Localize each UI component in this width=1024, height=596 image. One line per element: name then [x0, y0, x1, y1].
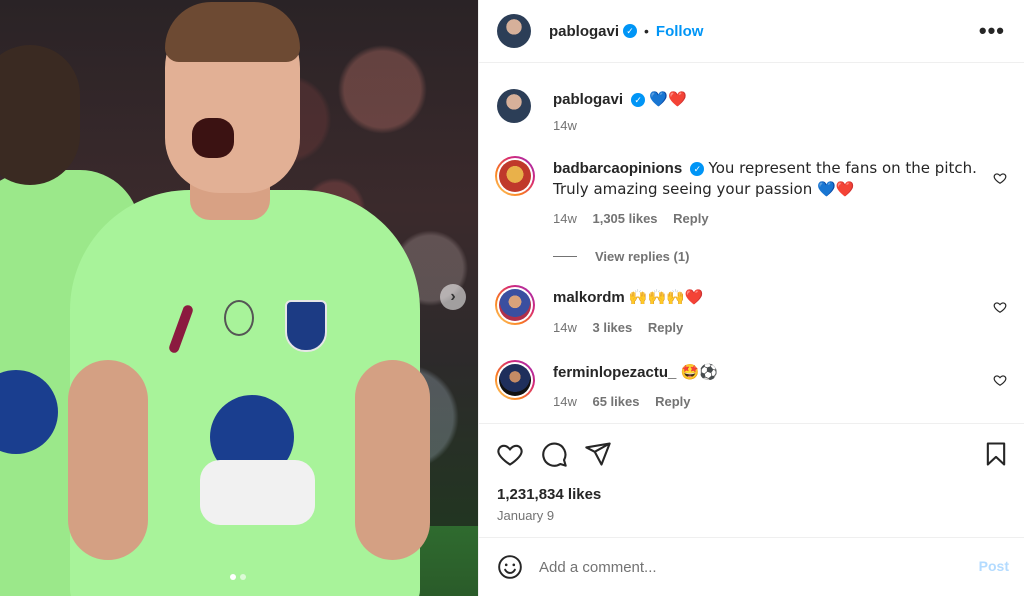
comment-body: malkordm 🙌🙌🙌❤️: [553, 287, 983, 308]
caption-avatar[interactable]: [497, 89, 531, 123]
commenter-avatar[interactable]: [495, 156, 535, 196]
post-date[interactable]: January 9: [497, 508, 554, 523]
comment-text: 🤩⚽: [680, 363, 718, 381]
bandaged-hand: [200, 460, 315, 525]
more-options-icon[interactable]: •••: [979, 18, 1005, 44]
comment-likes[interactable]: 65 likes: [592, 394, 639, 409]
comment-username[interactable]: ferminlopezactu_: [553, 364, 676, 381]
add-comment-bar: Post: [479, 537, 1024, 596]
comment-meta: 14w 1,305 likes Reply: [553, 211, 721, 226]
comment-meta: 14w 65 likes Reply: [553, 394, 703, 409]
commenter-avatar[interactable]: [495, 360, 535, 400]
emoji-icon[interactable]: [497, 554, 523, 580]
carousel-dot: [240, 574, 246, 580]
verified-badge-icon: ✓: [631, 93, 646, 108]
post-comment-button[interactable]: Post: [979, 558, 1009, 574]
comment-body: ferminlopezactu_ 🤩⚽: [553, 362, 983, 383]
comment-body: badbarcaopinions ✓ You represent the fan…: [553, 158, 983, 200]
follow-button[interactable]: Follow: [656, 23, 704, 40]
reply-button[interactable]: Reply: [655, 394, 690, 409]
author-username[interactable]: pablogavi: [549, 23, 619, 40]
caption-text: 💙❤️: [649, 90, 687, 108]
comment-likes[interactable]: 1,305 likes: [592, 211, 657, 226]
view-replies-divider: [553, 256, 577, 257]
comment-text: 🙌🙌🙌❤️: [628, 288, 704, 306]
verified-badge-icon: ✓: [623, 24, 638, 38]
view-replies-label: View replies (1): [595, 249, 690, 264]
club-crest: [285, 300, 327, 352]
teammate-head: [0, 45, 80, 185]
supercopa-badge: [224, 300, 254, 336]
post-likes-count[interactable]: 1,231,834 likes: [497, 486, 601, 503]
share-icon[interactable]: [584, 440, 612, 468]
comment-meta: 14w 3 likes Reply: [553, 320, 695, 335]
bookmark-icon[interactable]: [982, 440, 1010, 468]
reply-button[interactable]: Reply: [648, 320, 683, 335]
heart-icon[interactable]: [496, 440, 524, 468]
comment-like-heart-icon[interactable]: [993, 373, 1007, 387]
comment-username[interactable]: malkordm: [553, 289, 625, 306]
author-avatar[interactable]: [497, 14, 531, 48]
comment-likes[interactable]: 3 likes: [592, 320, 632, 335]
player-arm-left: [68, 360, 148, 560]
commenter-avatar[interactable]: [495, 285, 535, 325]
comment-username[interactable]: badbarcaopinions: [553, 160, 682, 177]
post-media[interactable]: ›: [0, 0, 478, 596]
post-header: pablogavi ✓ • Follow •••: [479, 0, 1024, 63]
comment-time[interactable]: 14w: [553, 320, 577, 335]
caption-meta: 14w: [553, 118, 589, 133]
post-side-panel: pablogavi ✓ • Follow ••• pablogavi ✓ 💙❤️…: [478, 0, 1024, 596]
view-replies-button[interactable]: View replies (1): [553, 249, 689, 264]
reply-button[interactable]: Reply: [673, 211, 708, 226]
player-arm-right: [355, 360, 430, 560]
comment-icon[interactable]: [540, 440, 568, 468]
header-separator: •: [644, 23, 649, 39]
player-mouth: [192, 118, 234, 158]
comment-time[interactable]: 14w: [553, 394, 577, 409]
caption-time[interactable]: 14w: [553, 118, 577, 133]
next-media-button[interactable]: ›: [440, 284, 466, 310]
carousel-dot-active: [230, 574, 236, 580]
comment-input[interactable]: [539, 558, 939, 576]
verified-badge-icon: ✓: [690, 162, 705, 177]
comment-like-heart-icon[interactable]: [993, 300, 1007, 314]
caption-username[interactable]: pablogavi: [553, 91, 623, 108]
comment-time[interactable]: 14w: [553, 211, 577, 226]
caption-body: pablogavi ✓ 💙❤️: [553, 89, 983, 110]
post-actions: 1,231,834 likes January 9: [479, 423, 1024, 537]
comment-like-heart-icon[interactable]: [993, 171, 1007, 185]
player-hair: [165, 2, 300, 62]
